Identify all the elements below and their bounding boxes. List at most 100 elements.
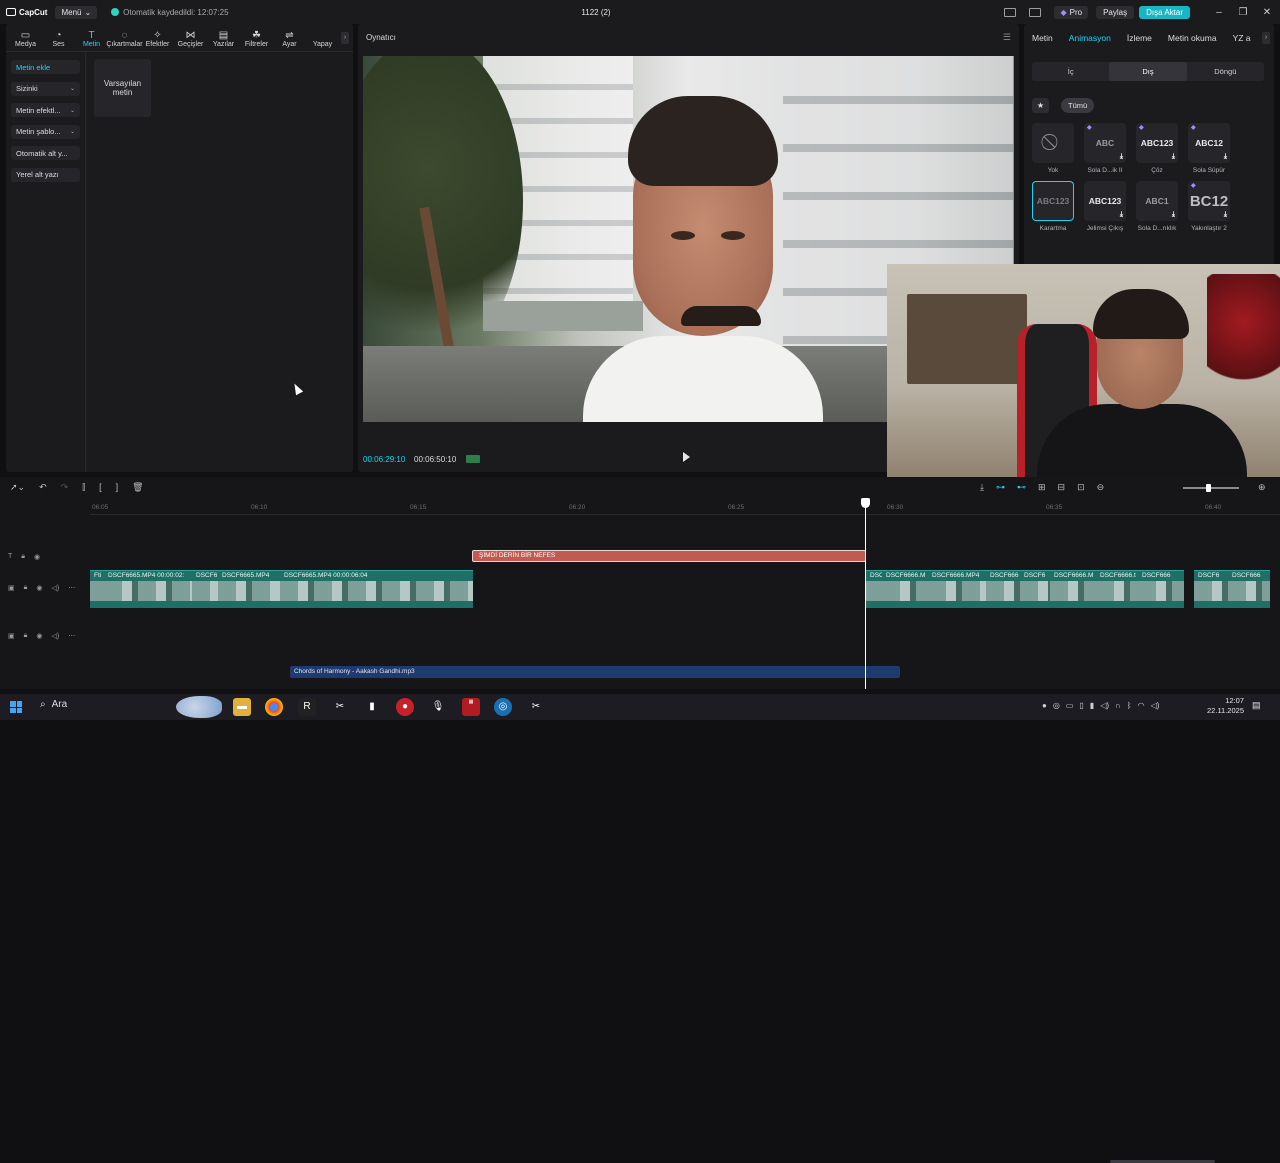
video-clip[interactable]: DSCF6 (1020, 570, 1050, 608)
playhead-handle[interactable] (861, 498, 870, 508)
time-ruler[interactable]: 06:05 06:10 06:15 06:20 06:25 06:30 06:3… (90, 501, 1280, 515)
tool-medya[interactable]: ▭ Medya (9, 30, 42, 51)
eye-icon[interactable]: ◉ (36, 584, 42, 592)
quality-icon[interactable] (466, 455, 480, 463)
share-button[interactable]: Paylaş (1096, 5, 1135, 19)
tool-yapay[interactable]: Yapay (306, 41, 339, 51)
favorites-star-icon[interactable]: ★ (1032, 98, 1049, 113)
animation-item[interactable]: ◆ ABC123 ⤓ Çöz (1132, 123, 1182, 174)
video-clip[interactable]: DSCF666 (1138, 570, 1184, 608)
tool-filtreler[interactable]: ☘ Filtreler (240, 30, 273, 51)
eye-icon[interactable]: ◉ (34, 553, 40, 561)
folder-tray-icon[interactable]: ▭ (1066, 701, 1074, 710)
sidebar-item-local-captions[interactable]: Yerel alt yazı (11, 167, 80, 182)
redo-icon[interactable]: ↷ (61, 482, 69, 493)
steam-tray-icon[interactable]: ◎ (1053, 701, 1060, 710)
animation-item[interactable]: ◆ ABC12 ⤓ Sola Süpür (1184, 123, 1234, 174)
video-clip[interactable]: DSCF6666.t (1096, 570, 1138, 608)
default-text-card[interactable]: Varsayılan metin (94, 59, 151, 117)
chevron-right-icon[interactable]: › (341, 32, 349, 44)
close-icon[interactable]: ✕ (1256, 7, 1278, 18)
tool-metin[interactable]: T Metin (75, 30, 108, 51)
segment-out[interactable]: Dış (1109, 62, 1187, 81)
capcut-running-icon[interactable]: ✂ (527, 698, 545, 716)
fit-icon[interactable]: ⊡ (1077, 482, 1085, 493)
animation-item[interactable]: ABC123 ⤓ Jelimsi Çıkış (1080, 181, 1130, 232)
link-icon[interactable]: ⊷ (1017, 482, 1026, 493)
video-clip[interactable]: DSCF6666.M (1050, 570, 1096, 608)
project-title[interactable]: 1122 (2) (560, 8, 632, 17)
tool-yazilar[interactable]: ▤ Yazılar (207, 30, 240, 51)
lock-icon[interactable]: 🔒︎ (24, 584, 28, 592)
maximize-icon[interactable]: ❐ (1232, 7, 1254, 18)
tool-efektler[interactable]: ✧ Efektler (141, 30, 174, 51)
select-tool-icon[interactable]: ➚⌄ (10, 482, 25, 493)
lock-icon[interactable]: 🔒︎ (24, 632, 28, 640)
chevron-right-icon[interactable]: › (1262, 32, 1270, 44)
minimize-icon[interactable]: – (1208, 7, 1230, 18)
zoom-out-icon[interactable]: ⊖ (1097, 482, 1105, 493)
eye-icon[interactable]: ◉ (36, 632, 42, 640)
r-app-icon[interactable]: R (298, 698, 316, 716)
menu-icon[interactable]: ☰ (1003, 32, 1011, 43)
text-clip[interactable]: ŞİMDİ DERİN BİR NEFES (472, 550, 866, 562)
notifications-icon[interactable]: ▤ (1252, 700, 1261, 711)
sidebar-item-yours[interactable]: Sizinki ⌄ (11, 81, 80, 96)
wifi-tray-icon[interactable]: ◠ (1138, 701, 1145, 710)
animation-item[interactable]: ABC1 ⤓ Sola D...rıklık (1132, 181, 1182, 232)
delete-icon[interactable]: 🗑 (132, 482, 143, 493)
tab-metin[interactable]: Metin (1032, 33, 1053, 43)
playhead[interactable] (865, 498, 866, 689)
sidebar-item-text-templates[interactable]: Metin şablo... ⌄ (11, 124, 80, 139)
animation-item[interactable]: ◆ ABC ⤓ Sola D...ik II (1080, 123, 1130, 174)
video-clip[interactable]: Fti (90, 570, 104, 608)
speaker-icon[interactable]: ◁) (51, 632, 59, 640)
sidebar-item-text-effects[interactable]: Metin efektl... ⌄ (11, 103, 80, 117)
capcut-app-icon[interactable]: ✂ (331, 698, 349, 716)
obs-icon[interactable]: ● (396, 698, 414, 716)
menu-button[interactable]: Menü ⌄ (55, 5, 98, 19)
bluetooth-tray-icon[interactable]: ᛒ (1127, 701, 1132, 710)
lock-icon[interactable]: 🔒︎ (21, 553, 25, 561)
animation-item[interactable]: ◆ BC12 ⤓ Yakınlaştır 2 (1184, 181, 1234, 232)
sidebar-item-add-text[interactable]: Metin ekle (11, 60, 80, 74)
split-icon[interactable]: ⫿ (82, 482, 85, 493)
steam-icon[interactable]: ◎ (494, 698, 512, 716)
speaker-tray-icon[interactable]: ◁) (1100, 701, 1109, 710)
trim-left-icon[interactable]: [ (99, 482, 102, 493)
segment-in[interactable]: İç (1032, 62, 1109, 81)
mic-app-icon[interactable]: ▮ (363, 698, 381, 716)
preview-axis-icon[interactable]: ⊞ (1038, 482, 1046, 493)
video-clip[interactable]: DSCF666 (1228, 570, 1270, 608)
video-clip[interactable]: DSCF6 (192, 570, 218, 608)
animation-item-selected[interactable]: ABC123 Karartma (1028, 181, 1078, 232)
taskbar-search[interactable]: ⌕ Ara (40, 699, 67, 710)
zoom-slider-handle[interactable] (1206, 484, 1211, 492)
taskbar-clock[interactable]: 12:07 22.11.2025 (1204, 696, 1244, 716)
tab-animasyon[interactable]: Animasyon (1069, 33, 1111, 43)
video-clip[interactable]: DSCF6665.MP4 00:00:02: (104, 570, 192, 608)
chrome-icon[interactable] (265, 698, 283, 716)
mic-tray-icon[interactable]: ▮ (1090, 701, 1094, 710)
tray-app-icon[interactable]: ● (1042, 701, 1047, 710)
tool-gecisler[interactable]: ⋈ Geçişler (174, 30, 207, 51)
video-clip[interactable]: DSCF6 (1194, 570, 1228, 608)
filter-all-button[interactable]: Tümü (1061, 98, 1095, 113)
zoom-slider[interactable] (1183, 487, 1239, 489)
export-button[interactable]: Dışa Aktar (1139, 5, 1190, 19)
video-editor-app-icon[interactable]: ▦ (462, 698, 480, 716)
video-clip[interactable]: DSCF6666.MP4 (928, 570, 986, 608)
align-icon[interactable]: ⊟ (1058, 482, 1066, 493)
video-clip[interactable]: DSCF6665.MP4 (218, 570, 280, 608)
trim-right-icon[interactable]: ] (116, 482, 119, 493)
tool-cikartmalar[interactable]: ◌ Çıkartmalar (106, 30, 142, 51)
animation-item[interactable]: ⃠ Yok (1028, 123, 1078, 174)
segment-loop[interactable]: Döngü (1187, 62, 1264, 81)
layout-icon[interactable] (1004, 7, 1017, 17)
zoom-in-icon[interactable]: ⊕ (1258, 482, 1266, 493)
headset-tray-icon[interactable]: ∩ (1115, 701, 1121, 710)
audio-clip[interactable]: Chords of Harmony - Aakash Gandhi.mp3 (290, 666, 900, 678)
tool-ayar[interactable]: ⇌ Ayar (273, 30, 306, 51)
undo-icon[interactable]: ↶ (39, 482, 47, 493)
shortcuts-icon[interactable] (1029, 7, 1042, 17)
